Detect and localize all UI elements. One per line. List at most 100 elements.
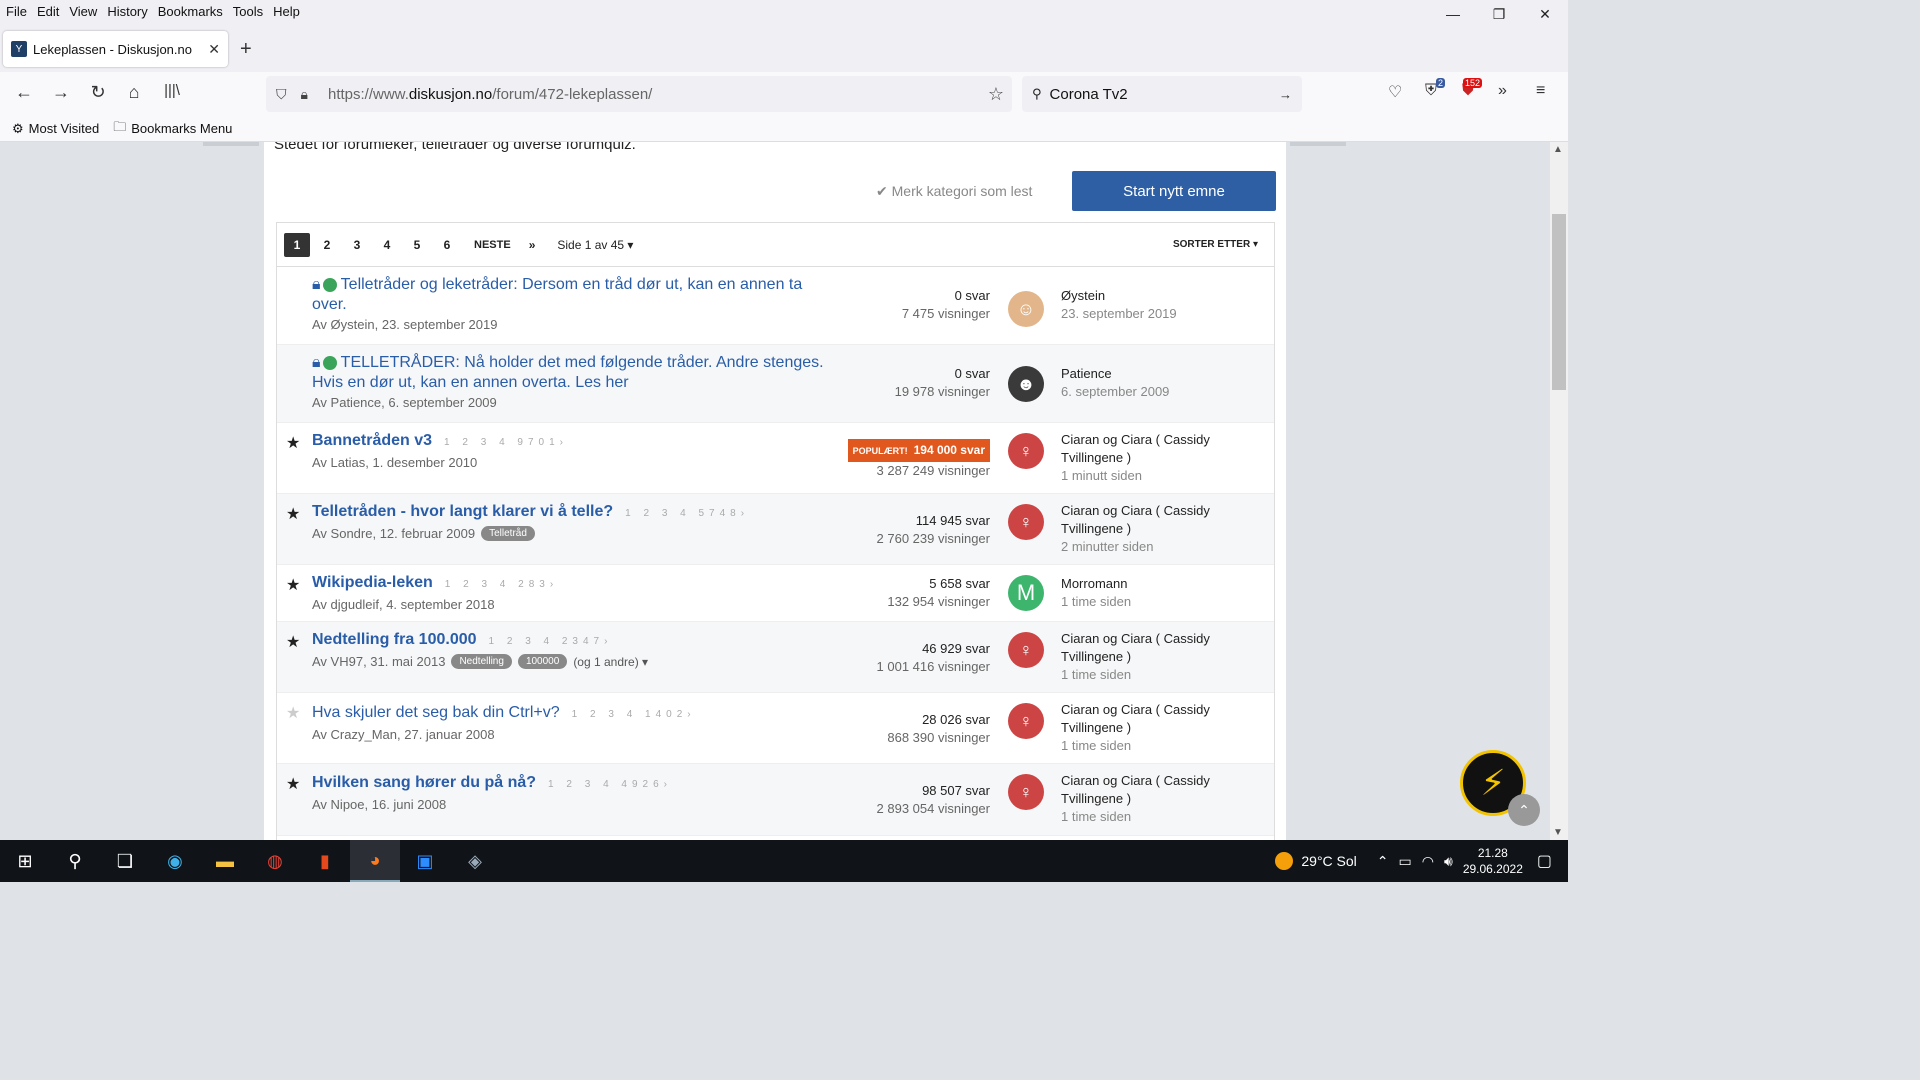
app-menu-icon[interactable]: ≡ xyxy=(1536,82,1545,100)
menu-view[interactable]: View xyxy=(69,4,97,19)
avatar[interactable]: ♀ xyxy=(1008,632,1044,668)
topic-title-link[interactable]: Hva skjuler det seg bak din Ctrl+v? 1 2 3… xyxy=(312,703,832,725)
page-1[interactable]: 1 xyxy=(284,232,310,257)
home-icon[interactable]: ⌂ xyxy=(122,82,146,103)
mini-pager[interactable]: 1 2 3 4 4926› xyxy=(548,779,672,790)
topic-title-link[interactable]: 🔒︎ TELLETRÅDER: Nå holder det med følgen… xyxy=(312,353,832,393)
mini-pager[interactable]: 1 2 3 4 2347› xyxy=(489,636,613,647)
reload-icon[interactable]: ↻ xyxy=(86,82,110,103)
star-icon[interactable]: ★ xyxy=(286,433,300,453)
last-poster-link[interactable]: Øystein xyxy=(1061,287,1251,305)
page-jump-dropdown[interactable]: Side 1 av 45 ▾ xyxy=(557,238,633,252)
page-4[interactable]: 4 xyxy=(374,233,400,257)
mark-read-link[interactable]: ✔ Merk kategori som lest xyxy=(876,183,1032,200)
page-2[interactable]: 2 xyxy=(314,233,340,257)
url-bar[interactable]: ⛉ 🔒︎ https://www.diskusjon.no/forum/472-l… xyxy=(266,76,1012,112)
tag[interactable]: Nedtelling xyxy=(451,654,512,669)
wifi-icon[interactable]: ◠ xyxy=(1422,853,1434,870)
library-icon[interactable]: |||\ xyxy=(160,82,184,99)
bookmark-most-visited[interactable]: ⚙ Most Visited xyxy=(12,121,99,137)
menu-help[interactable]: Help xyxy=(273,4,300,19)
windows-start-icon[interactable]: ⊞ xyxy=(0,840,50,882)
file-explorer-icon[interactable]: ▬ xyxy=(200,840,250,882)
mini-pager[interactable]: 1 2 3 4 9701› xyxy=(444,437,568,448)
star-icon[interactable]: ★ xyxy=(286,504,300,524)
page-6[interactable]: 6 xyxy=(434,233,460,257)
topic-title-link[interactable]: Nedtelling fra 100.000 1 2 3 4 2347› xyxy=(312,630,832,652)
star-icon[interactable]: ★ xyxy=(286,575,300,595)
task-view-icon[interactable]: ❏ xyxy=(100,840,150,882)
chevron-up-icon[interactable]: ⌃ xyxy=(1377,853,1389,870)
battery-icon[interactable]: ▭ xyxy=(1399,853,1412,870)
tag[interactable]: Telletråd xyxy=(481,526,535,541)
back-icon[interactable]: ← xyxy=(12,82,36,103)
tag[interactable]: 100000 xyxy=(517,654,568,669)
lock-icon[interactable]: 🔒︎ xyxy=(301,86,308,103)
menu-tools[interactable]: Tools xyxy=(233,4,263,19)
sort-dropdown[interactable]: SORTER ETTER ▾ xyxy=(1173,239,1258,250)
avatar[interactable]: ♀ xyxy=(1008,504,1044,540)
menu-edit[interactable]: Edit xyxy=(37,4,59,19)
firefox-icon[interactable]: ◕ xyxy=(350,840,400,882)
new-tab-icon[interactable]: + xyxy=(240,38,252,61)
star-icon[interactable]: ★ xyxy=(286,774,300,794)
last-poster-link[interactable]: Ciaran og Ciara ( Cassidy Tvillingene ) xyxy=(1061,431,1251,467)
topic-title-link[interactable]: 🔒︎ Telletråder og leketråder: Dersom en … xyxy=(312,275,832,315)
avatar[interactable]: ♀ xyxy=(1008,433,1044,469)
avatar[interactable]: M xyxy=(1008,575,1044,611)
avatar[interactable]: ♀ xyxy=(1008,703,1044,739)
last-poster-link[interactable]: Patience xyxy=(1061,365,1251,383)
page-scrollbar[interactable]: ▲ ▼ xyxy=(1550,142,1568,840)
last-poster-link[interactable]: Morromann xyxy=(1061,575,1251,593)
zoom-icon[interactable]: ▣ xyxy=(400,840,450,882)
menu-bookmarks[interactable]: Bookmarks xyxy=(158,4,223,19)
scroll-to-top-icon[interactable]: ⌃ xyxy=(1508,794,1540,826)
bookmark-star-icon[interactable]: ☆ xyxy=(980,84,1012,105)
browser-tab[interactable]: Y Lekeplassen - Diskusjon.no ✕ xyxy=(3,31,228,67)
search-go-icon[interactable]: → xyxy=(1279,87,1292,102)
notifications-icon[interactable]: ▢ xyxy=(1537,851,1552,871)
pocket-icon[interactable]: ♡ xyxy=(1388,82,1402,102)
last-page-link[interactable]: » xyxy=(529,238,536,252)
topic-title-link[interactable]: Bannetråden v3 1 2 3 4 9701› xyxy=(312,431,832,453)
star-icon[interactable]: ★ xyxy=(286,632,300,652)
avatar[interactable]: ☺ xyxy=(1008,291,1044,327)
search-icon[interactable]: ⚲ xyxy=(50,840,100,882)
url-text[interactable]: https://www.diskusjon.no/forum/472-lekep… xyxy=(326,86,980,103)
topic-title-link[interactable]: Wikipedia-leken 1 2 3 4 283› xyxy=(312,573,832,595)
ublock-icon[interactable]: ⛊ 152 xyxy=(1462,78,1483,100)
chrome-icon[interactable]: ◍ xyxy=(250,840,300,882)
star-outline-icon[interactable]: ★ xyxy=(286,703,300,723)
scroll-down-icon[interactable]: ▼ xyxy=(1553,827,1563,838)
bookmark-menu[interactable]: 🗀 Bookmarks Menu xyxy=(113,118,232,140)
page-5[interactable]: 5 xyxy=(404,233,430,257)
volume-icon[interactable]: 🔊︎ xyxy=(1444,853,1453,870)
next-page-link[interactable]: NESTE xyxy=(474,239,511,251)
search-input[interactable]: Corona Tv2 xyxy=(1042,86,1279,103)
last-poster-link[interactable]: Ciaran og Ciara ( Cassidy Tvillingene ) xyxy=(1061,630,1251,666)
extension-icon[interactable]: ⛨ 2 xyxy=(1425,78,1446,100)
last-poster-link[interactable]: Ciaran og Ciara ( Cassidy Tvillingene ) xyxy=(1061,502,1251,538)
menu-history[interactable]: History xyxy=(107,4,147,19)
avatar[interactable]: ♀ xyxy=(1008,774,1044,810)
mini-pager[interactable]: 1 2 3 4 1402› xyxy=(572,709,696,720)
topic-title-link[interactable]: Telletråden - hvor langt klarer vi å tel… xyxy=(312,502,832,524)
topic-title-link[interactable]: Hvilken sang hører du på nå? 1 2 3 4 4926… xyxy=(312,773,832,795)
page-3[interactable]: 3 xyxy=(344,233,370,257)
scrollbar-thumb[interactable] xyxy=(1552,214,1566,390)
start-topic-button[interactable]: Start nytt emne xyxy=(1072,171,1276,211)
weather-sun-icon[interactable] xyxy=(1275,852,1294,870)
office-icon[interactable]: ▮ xyxy=(300,840,350,882)
last-poster-link[interactable]: Ciaran og Ciara ( Cassidy Tvillingene ) xyxy=(1061,701,1251,737)
weather-text[interactable]: 29°C Sol xyxy=(1301,853,1356,869)
edge-icon[interactable]: ◉ xyxy=(150,840,200,882)
more-tags-link[interactable]: (og 1 andre) ▾ xyxy=(573,655,648,669)
overflow-chevron-icon[interactable]: » xyxy=(1498,82,1507,100)
scroll-up-icon[interactable]: ▲ xyxy=(1553,144,1563,155)
clock[interactable]: 21.28 29.06.2022 xyxy=(1463,845,1523,877)
menu-file[interactable]: File xyxy=(6,4,27,19)
app-icon[interactable]: ◈ xyxy=(450,840,500,882)
search-bar[interactable]: ⚲ Corona Tv2 → xyxy=(1022,76,1302,112)
shield-icon[interactable]: ⛉ xyxy=(276,86,287,103)
close-tab-icon[interactable]: ✕ xyxy=(208,41,220,58)
